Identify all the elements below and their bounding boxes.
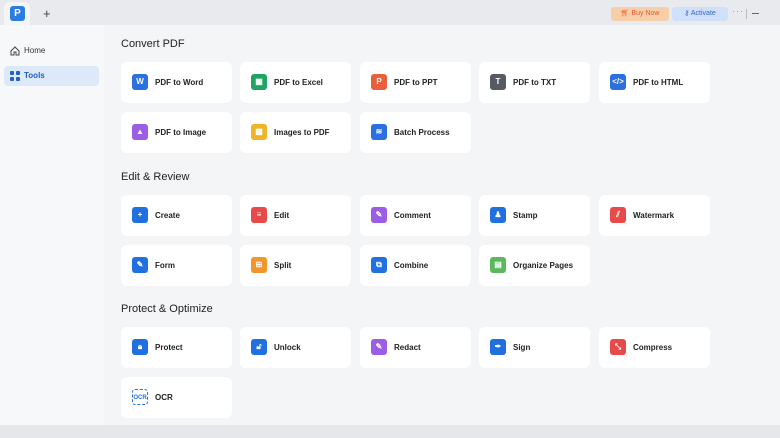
tool-label: Combine bbox=[394, 261, 429, 270]
unlock-icon: 🔓︎ bbox=[251, 339, 267, 355]
app-logo-icon: P bbox=[10, 6, 25, 21]
tool-pdf-to-txt[interactable]: T PDF to TXT bbox=[479, 62, 590, 103]
tool-label: Edit bbox=[274, 211, 290, 220]
title-bar: P + 🛒︎ Buy Now ⚷ Activate ··· bbox=[0, 0, 780, 25]
tool-label: OCR bbox=[155, 393, 173, 402]
cart-icon: 🛒︎ bbox=[620, 10, 632, 17]
buy-now-label: Buy Now bbox=[631, 10, 660, 17]
tool-pdf-to-image[interactable]: ▲ PDF to Image bbox=[121, 112, 232, 153]
sidebar: Home Tools bbox=[0, 25, 104, 425]
compress-icon: ⤡ bbox=[610, 339, 626, 355]
tool-compress[interactable]: ⤡ Compress bbox=[599, 327, 710, 368]
section-title: Edit & Review bbox=[121, 171, 190, 183]
tool-watermark[interactable]: ⫽ Watermark bbox=[599, 195, 710, 236]
tool-label: Unlock bbox=[274, 343, 301, 352]
tool-images-to-pdf[interactable]: ▩ Images to PDF bbox=[240, 112, 351, 153]
comment-icon: ✎ bbox=[371, 207, 387, 223]
activate-label: Activate bbox=[690, 10, 716, 17]
tool-edit[interactable]: ≡ Edit bbox=[240, 195, 351, 236]
tool-split[interactable]: ⊞ Split bbox=[240, 245, 351, 286]
organize-pages-icon: ▤ bbox=[490, 257, 506, 273]
stamp-icon: ♟ bbox=[490, 207, 506, 223]
tool-label: Organize Pages bbox=[513, 261, 574, 270]
pdf-to-word-icon: W bbox=[132, 74, 148, 90]
combine-icon: ⧉ bbox=[371, 257, 387, 273]
activate-button[interactable]: ⚷ Activate bbox=[672, 7, 728, 21]
section-title: Protect & Optimize bbox=[121, 303, 213, 315]
tool-label: PDF to Word bbox=[155, 78, 204, 87]
create-icon: + bbox=[132, 207, 148, 223]
tool-batch-process[interactable]: ≋ Batch Process bbox=[360, 112, 471, 153]
tool-pdf-to-excel[interactable]: ▦ PDF to Excel bbox=[240, 62, 351, 103]
pdf-to-ppt-icon: P bbox=[371, 74, 387, 90]
tool-label: Redact bbox=[394, 343, 421, 352]
tool-label: PDF to Excel bbox=[274, 78, 323, 87]
tool-redact[interactable]: ✎ Redact bbox=[360, 327, 471, 368]
tool-pdf-to-word[interactable]: W PDF to Word bbox=[121, 62, 232, 103]
sidebar-item-home[interactable]: Home bbox=[4, 41, 99, 61]
tool-comment[interactable]: ✎ Comment bbox=[360, 195, 471, 236]
minimize-button[interactable] bbox=[752, 13, 759, 14]
divider bbox=[746, 9, 747, 19]
tool-label: PDF to PPT bbox=[394, 78, 438, 87]
tool-label: Protect bbox=[155, 343, 183, 352]
tool-label: Images to PDF bbox=[274, 128, 330, 137]
sidebar-item-label: Tools bbox=[24, 71, 45, 80]
tool-ocr[interactable]: OCR OCR bbox=[121, 377, 232, 418]
form-icon: ✎ bbox=[132, 257, 148, 273]
key-icon: ⚷ bbox=[684, 10, 691, 17]
tool-pdf-to-ppt[interactable]: P PDF to PPT bbox=[360, 62, 471, 103]
tool-combine[interactable]: ⧉ Combine bbox=[360, 245, 471, 286]
tool-sign[interactable]: ✒ Sign bbox=[479, 327, 590, 368]
tool-form[interactable]: ✎ Form bbox=[121, 245, 232, 286]
split-icon: ⊞ bbox=[251, 257, 267, 273]
tool-label: Sign bbox=[513, 343, 531, 352]
pdf-to-txt-icon: T bbox=[490, 74, 506, 90]
sidebar-item-label: Home bbox=[24, 46, 46, 55]
new-tab-button[interactable]: + bbox=[43, 6, 51, 21]
tool-label: Stamp bbox=[513, 211, 538, 220]
tool-label: Create bbox=[155, 211, 180, 220]
tool-label: Form bbox=[155, 261, 175, 270]
home-tab[interactable]: P bbox=[4, 2, 30, 25]
redact-icon: ✎ bbox=[371, 339, 387, 355]
tool-label: PDF to Image bbox=[155, 128, 207, 137]
edit-icon: ≡ bbox=[251, 207, 267, 223]
pdf-to-html-icon: </> bbox=[610, 74, 626, 90]
tool-label: Compress bbox=[633, 343, 673, 352]
images-to-pdf-icon: ▩ bbox=[251, 124, 267, 140]
sign-icon: ✒ bbox=[490, 339, 506, 355]
pdf-to-image-icon: ▲ bbox=[132, 124, 148, 140]
tool-pdf-to-html[interactable]: </> PDF to HTML bbox=[599, 62, 710, 103]
sidebar-item-tools[interactable]: Tools bbox=[4, 66, 99, 86]
tool-create[interactable]: + Create bbox=[121, 195, 232, 236]
buy-now-button[interactable]: 🛒︎ Buy Now bbox=[611, 7, 669, 21]
tool-label: Batch Process bbox=[394, 128, 450, 137]
protect-icon: 🔒︎ bbox=[132, 339, 148, 355]
status-bar bbox=[0, 425, 780, 438]
watermark-icon: ⫽ bbox=[610, 207, 626, 223]
tool-label: Watermark bbox=[633, 211, 675, 220]
tool-label: Split bbox=[274, 261, 292, 270]
tool-protect[interactable]: 🔒︎ Protect bbox=[121, 327, 232, 368]
section-title: Convert PDF bbox=[121, 38, 185, 50]
tool-stamp[interactable]: ♟ Stamp bbox=[479, 195, 590, 236]
grid-icon bbox=[10, 71, 20, 81]
home-icon bbox=[10, 46, 20, 56]
more-menu-button[interactable]: ··· bbox=[732, 6, 744, 16]
tool-label: PDF to HTML bbox=[633, 78, 684, 87]
tool-label: PDF to TXT bbox=[513, 78, 557, 87]
ocr-icon: OCR bbox=[132, 389, 148, 405]
batch-process-icon: ≋ bbox=[371, 124, 387, 140]
tool-unlock[interactable]: 🔓︎ Unlock bbox=[240, 327, 351, 368]
tool-label: Comment bbox=[394, 211, 431, 220]
tool-organize-pages[interactable]: ▤ Organize Pages bbox=[479, 245, 590, 286]
pdf-to-excel-icon: ▦ bbox=[251, 74, 267, 90]
